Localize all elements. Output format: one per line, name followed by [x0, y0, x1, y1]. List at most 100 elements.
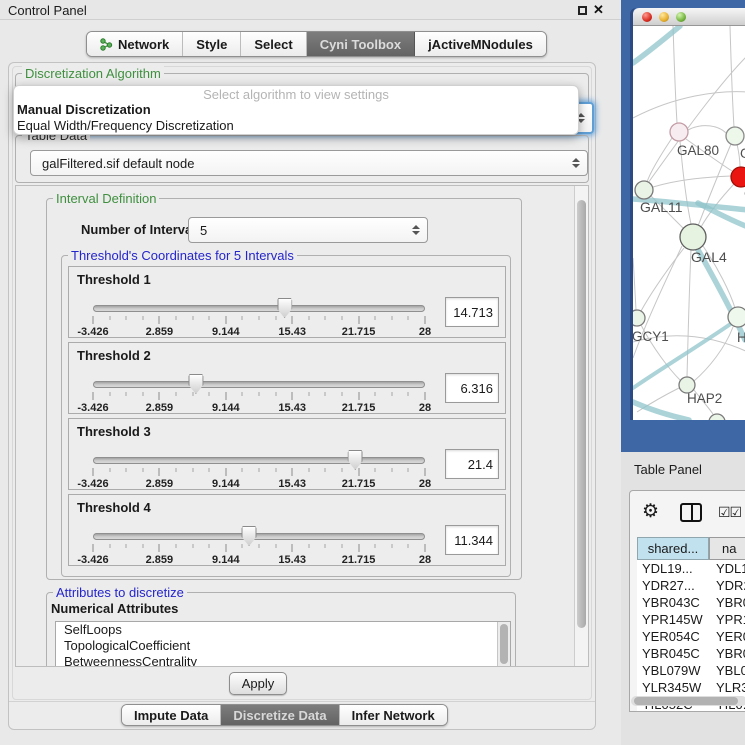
close-icon[interactable]: ✕	[593, 2, 604, 18]
attribute-item[interactable]: BetweennessCentrality	[56, 654, 510, 667]
network-node-c[interactable]	[731, 167, 745, 187]
network-node-gcy1[interactable]	[633, 310, 645, 326]
tick-mark	[308, 316, 309, 320]
network-node-gal4[interactable]	[680, 224, 706, 250]
table-row[interactable]: YBR045CYBR0...	[637, 645, 745, 662]
attribute-item[interactable]: TopologicalCoefficient	[56, 638, 510, 654]
table-row[interactable]: YER054CYER0...	[637, 628, 745, 645]
separator	[9, 701, 595, 702]
network-node[interactable]	[709, 414, 725, 420]
tick-mark	[242, 544, 243, 548]
tick-mark	[126, 468, 127, 472]
table-row[interactable]: YBL079WYBL0...	[637, 662, 745, 679]
columns-icon[interactable]	[680, 503, 702, 522]
table-row[interactable]: YLR345WYLR3...	[637, 679, 745, 696]
tick-mark	[93, 392, 94, 400]
dropdown-option[interactable]: Manual Discretization	[14, 102, 578, 118]
slider-handle[interactable]	[277, 298, 292, 318]
network-node-h[interactable]	[728, 307, 745, 327]
attribute-item[interactable]: SelfLoops	[56, 622, 510, 638]
network-node-gal80[interactable]	[670, 123, 688, 141]
attributes-list-scrollbar[interactable]	[497, 622, 510, 666]
column-header-shared[interactable]: shared...	[637, 537, 709, 560]
settings-vertical-scrollbar[interactable]	[574, 186, 588, 666]
tick-mark	[342, 468, 343, 472]
threshold-slider[interactable]: -3.4262.8599.14415.4321.71528	[93, 303, 425, 337]
network-node-gal11[interactable]	[635, 181, 653, 199]
tick-mark	[292, 392, 293, 400]
slider-handle[interactable]	[242, 526, 257, 546]
checkbox-icons[interactable]: ☑☑	[718, 504, 741, 521]
tab-select[interactable]: Select	[241, 32, 306, 56]
group-title: Attributes to discretize	[53, 585, 187, 600]
tick-mark	[408, 392, 409, 396]
tick-mark	[192, 316, 193, 320]
tick-mark	[375, 392, 376, 396]
float-window-icon[interactable]	[578, 6, 587, 15]
network-edge	[653, 176, 731, 187]
tab-impute-data[interactable]: Impute Data	[122, 705, 221, 725]
tick-mark	[342, 544, 343, 548]
scrollbar-thumb[interactable]	[577, 200, 586, 628]
apply-button[interactable]: Apply	[229, 672, 287, 695]
threshold-slider[interactable]: -3.4262.8599.14415.4321.71528	[93, 531, 425, 565]
num-intervals-combobox[interactable]: 5	[188, 217, 428, 243]
tick-mark	[159, 392, 160, 400]
network-node-ga[interactable]	[726, 127, 744, 145]
slider-handle[interactable]	[188, 374, 203, 394]
threshold-slider[interactable]: -3.4262.8599.14415.4321.71528	[93, 455, 425, 489]
tick-mark	[109, 544, 110, 548]
tick-mark	[242, 392, 243, 396]
slider-track[interactable]	[93, 381, 425, 388]
thresholds-group: Threshold's Coordinates for 5 Intervals …	[61, 255, 511, 577]
threshold-value-field[interactable]: 14.713	[445, 297, 499, 327]
cell-name: YBR0...	[709, 645, 745, 662]
column-header-name[interactable]: na	[709, 537, 745, 560]
table-row[interactable]: YPR145WYPR1...	[637, 611, 745, 628]
tab-network[interactable]: Network	[87, 32, 183, 56]
network-edge	[673, 26, 677, 123]
slider-track[interactable]	[93, 533, 425, 540]
cell-name: YLR3...	[709, 679, 745, 696]
close-traffic-light-icon[interactable]	[642, 12, 652, 22]
tick-mark	[176, 544, 177, 548]
threshold-slider[interactable]: -3.4262.8599.14415.4321.71528	[93, 379, 425, 413]
tick-mark	[225, 316, 226, 324]
network-canvas[interactable]: GAL80GACGAL11GAL4GCY1HHAP2	[633, 26, 745, 420]
slider-track[interactable]	[93, 457, 425, 464]
scrollbar-thumb[interactable]	[634, 697, 738, 705]
gear-icon[interactable]: ⚙	[642, 500, 659, 523]
tab-style[interactable]: Style	[183, 32, 241, 56]
tab-jactivemnodules[interactable]: jActiveMNodules	[415, 32, 546, 56]
minimize-traffic-light-icon[interactable]	[659, 12, 669, 22]
tick-label: -3.426	[77, 478, 108, 490]
tick-mark	[375, 544, 376, 548]
threshold-value-field[interactable]: 6.316	[445, 373, 499, 403]
tick-label: 28	[419, 402, 431, 414]
combo-arrows-icon	[412, 225, 420, 235]
tab-discretize-data[interactable]: Discretize Data	[221, 705, 339, 725]
table-row[interactable]: YDR27...YDR2...	[637, 577, 745, 594]
scrollbar-thumb[interactable]	[500, 624, 508, 664]
table-row[interactable]: YBR043CYBR0...	[637, 594, 745, 611]
tab-infer-network[interactable]: Infer Network	[340, 705, 447, 725]
tab-cyni-toolbox[interactable]: Cyni Toolbox	[307, 32, 415, 56]
table-horizontal-scrollbar[interactable]	[631, 696, 745, 706]
numerical-attributes-list[interactable]: SelfLoopsTopologicalCoefficientBetweenne…	[55, 621, 511, 667]
threshold-value-field[interactable]: 11.344	[445, 525, 499, 555]
tick-mark	[425, 544, 426, 552]
zoom-traffic-light-icon[interactable]	[676, 12, 686, 22]
table-row[interactable]: YDL19...YDL1...	[637, 560, 745, 577]
tick-mark	[391, 544, 392, 548]
table-data-combobox[interactable]: galFiltered.sif default node	[30, 150, 588, 176]
slider-handle[interactable]	[348, 450, 363, 470]
slider-track[interactable]	[93, 305, 425, 312]
tick-mark	[109, 392, 110, 396]
tick-mark	[192, 468, 193, 472]
slider-ticks	[93, 316, 425, 325]
cyni-toolbox-panel: Discretization Algorithm Select algorith…	[8, 62, 596, 730]
dropdown-option[interactable]: Equal Width/Frequency Discretization	[14, 118, 578, 134]
dropdown-options: Manual DiscretizationEqual Width/Frequen…	[14, 102, 578, 134]
threshold-value-field[interactable]: 21.4	[445, 449, 499, 479]
network-edge	[688, 126, 726, 133]
